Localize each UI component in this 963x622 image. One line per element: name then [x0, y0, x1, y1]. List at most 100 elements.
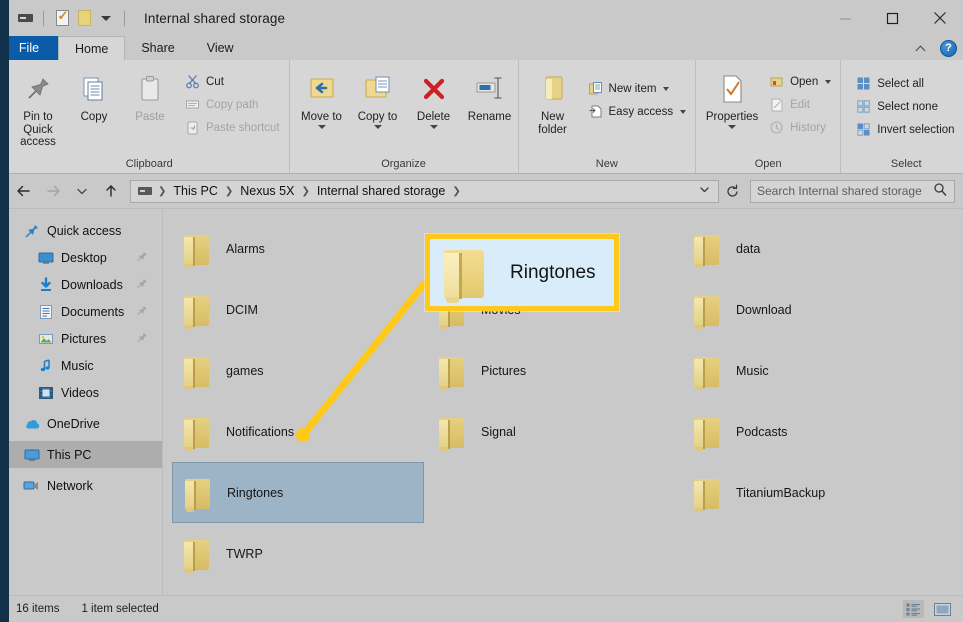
network-icon	[22, 478, 41, 494]
title-bar: Internal shared storage	[0, 0, 963, 36]
address-dropdown-icon[interactable]	[698, 183, 711, 199]
large-icons-view-icon[interactable]	[932, 600, 953, 618]
sidebar-label-desktop: Desktop	[61, 251, 107, 265]
file-item-music[interactable]: Music	[682, 340, 934, 401]
pin-icon-desktop[interactable]	[136, 250, 148, 265]
easy-access-button[interactable]: Easy access	[585, 101, 692, 122]
refresh-button[interactable]	[721, 180, 743, 203]
paste-shortcut-button[interactable]: Paste shortcut	[182, 117, 285, 138]
collapse-ribbon-icon[interactable]	[916, 42, 928, 54]
tab-share[interactable]: Share	[125, 36, 190, 60]
file-item-download[interactable]: Download	[682, 279, 934, 340]
pin-icon-pictures[interactable]	[136, 331, 148, 346]
sidebar-item-desktop[interactable]: Desktop	[0, 244, 162, 271]
new-folder-button[interactable]: New folder	[525, 66, 581, 136]
file-name: Podcasts	[736, 425, 787, 439]
file-name: Ringtones	[227, 486, 283, 500]
tab-home[interactable]: Home	[58, 36, 125, 60]
ribbon-group-organize: Move to Copy to	[290, 60, 519, 173]
sidebar-item-pictures[interactable]: Pictures	[0, 325, 162, 352]
sidebar-label-pictures: Pictures	[61, 332, 106, 346]
sidebar-item-onedrive[interactable]: OneDrive	[0, 410, 162, 437]
properties-icon[interactable]	[51, 8, 73, 28]
sidebar-label-videos: Videos	[61, 386, 99, 400]
file-item-alarms[interactable]: Alarms	[172, 218, 424, 279]
breadcrumb-nexus-5x[interactable]: Nexus 5X	[239, 184, 295, 198]
sidebar-item-network[interactable]: Network	[0, 472, 162, 499]
properties-button[interactable]: Properties	[702, 66, 762, 129]
new-item-button[interactable]: New item	[585, 78, 692, 99]
device-icon[interactable]	[14, 8, 36, 28]
file-item-data[interactable]: data	[682, 218, 934, 279]
pin-icon-downloads[interactable]	[136, 277, 148, 292]
sidebar-item-this-pc[interactable]: This PC	[0, 441, 162, 468]
help-icon[interactable]: ?	[940, 40, 957, 57]
recent-locations-button[interactable]	[68, 178, 95, 204]
select-none-button[interactable]: Select none	[853, 96, 959, 117]
breadcrumb-internal-shared-storage[interactable]: Internal shared storage	[316, 184, 447, 198]
cut-button[interactable]: Cut	[182, 71, 285, 92]
forward-button[interactable]	[39, 178, 66, 204]
maximize-button[interactable]	[869, 0, 916, 36]
tab-view[interactable]: View	[191, 36, 250, 60]
easy-access-label: Easy access	[609, 106, 674, 118]
history-button[interactable]: History	[766, 117, 836, 138]
delete-caret-icon[interactable]	[430, 125, 438, 129]
file-item-podcasts[interactable]: Podcasts	[682, 401, 934, 462]
open-caret-icon[interactable]	[825, 80, 831, 84]
sidebar-item-documents[interactable]: Documents	[0, 298, 162, 325]
up-button[interactable]	[97, 178, 124, 204]
file-item-games[interactable]: games	[172, 340, 424, 401]
invert-selection-button[interactable]: Invert selection	[853, 119, 959, 140]
pin-to-quick-access-label: Pin to Quick access	[12, 111, 64, 149]
file-item-twrp[interactable]: TWRP	[172, 523, 424, 584]
new-item-caret-icon[interactable]	[663, 87, 669, 91]
delete-button[interactable]: Delete	[406, 66, 462, 129]
folder-icon	[185, 476, 211, 510]
copy-to-caret-icon[interactable]	[374, 125, 382, 129]
file-item-signal[interactable]: Signal	[427, 401, 679, 462]
rename-label: Rename	[468, 111, 511, 124]
search-icon[interactable]	[933, 182, 948, 200]
edit-button[interactable]: Edit	[766, 94, 836, 115]
file-item-titaniumbackup[interactable]: TitaniumBackup	[682, 462, 934, 523]
breadcrumb-this-pc[interactable]: This PC	[172, 184, 218, 198]
copy-button[interactable]: Copy	[66, 66, 122, 124]
paste-button[interactable]: Paste	[122, 66, 178, 124]
open-label: Open	[790, 76, 818, 88]
minimize-button[interactable]	[822, 0, 869, 36]
rename-button[interactable]: Rename	[462, 66, 518, 124]
pictures-icon	[36, 331, 55, 347]
callout-ringtones[interactable]: Ringtones	[425, 234, 619, 311]
sidebar-label-network: Network	[47, 479, 93, 493]
file-name: Notifications	[226, 425, 294, 439]
select-all-button[interactable]: Select all	[853, 73, 959, 94]
sidebar-item-downloads[interactable]: Downloads	[0, 271, 162, 298]
details-view-icon[interactable]	[903, 600, 924, 618]
breadcrumb[interactable]: ❯ This PC ❯ Nexus 5X ❯ Internal shared s…	[130, 180, 719, 203]
easy-access-caret-icon[interactable]	[680, 110, 686, 114]
open-button[interactable]: Open	[766, 71, 836, 92]
view-mode-buttons	[903, 600, 953, 618]
move-to-button[interactable]: Move to	[294, 66, 350, 129]
sidebar-item-music[interactable]: Music	[0, 352, 162, 379]
ribbon: Pin to Quick access Copy	[0, 60, 963, 174]
file-item-ringtones[interactable]: Ringtones	[172, 462, 424, 523]
sidebar-item-videos[interactable]: Videos	[0, 379, 162, 406]
new-folder-icon[interactable]	[73, 8, 95, 28]
move-to-caret-icon[interactable]	[318, 125, 326, 129]
customize-caret-icon[interactable]	[95, 8, 117, 28]
close-button[interactable]	[916, 0, 963, 36]
file-item-notifications[interactable]: Notifications	[172, 401, 424, 462]
copy-to-button[interactable]: Copy to	[350, 66, 406, 129]
pin-to-quick-access-button[interactable]: Pin to Quick access	[10, 66, 66, 149]
pin-icon-documents[interactable]	[136, 304, 148, 319]
properties-caret-icon[interactable]	[728, 125, 736, 129]
folder-icon	[694, 232, 720, 266]
file-item-pictures[interactable]: Pictures	[427, 340, 679, 401]
copy-path-button[interactable]: Copy path	[182, 94, 285, 115]
sidebar-item-quick-access[interactable]: Quick access	[0, 217, 162, 244]
back-button[interactable]	[10, 178, 37, 204]
file-item-dcim[interactable]: DCIM	[172, 279, 424, 340]
search-input[interactable]: Search Internal shared storage	[750, 180, 955, 203]
